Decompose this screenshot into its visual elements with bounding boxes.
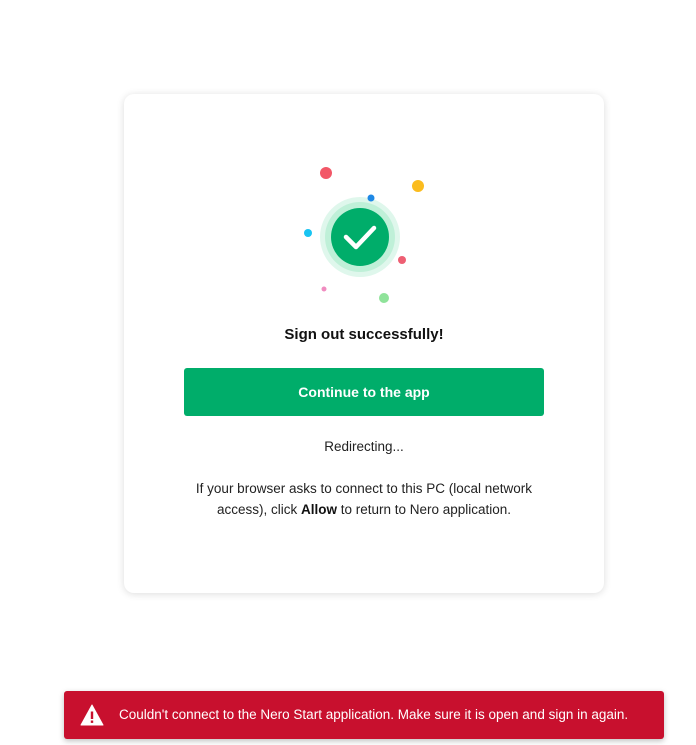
sign-out-card: Sign out successfully! Continue to the a… <box>124 94 604 593</box>
confetti-dot <box>367 194 375 202</box>
local-network-note: If your browser asks to connect to this … <box>184 478 544 520</box>
redirecting-status: Redirecting... <box>324 439 404 454</box>
continue-to-app-button[interactable]: Continue to the app <box>184 368 544 416</box>
error-toast-message: Couldn't connect to the Nero Start appli… <box>119 707 629 722</box>
success-illustration <box>304 167 424 303</box>
error-toast: Couldn't connect to the Nero Start appli… <box>64 691 664 739</box>
allow-keyword: Allow <box>300 502 337 517</box>
warning-icon <box>80 704 104 726</box>
confetti-dot <box>398 256 406 264</box>
confetti-dot <box>304 229 312 237</box>
note-text-after: to return to Nero application. <box>336 502 512 517</box>
confetti-dot <box>379 293 389 303</box>
confetti-dot <box>320 167 332 179</box>
page-title: Sign out successfully! <box>284 326 444 343</box>
check-circle-icon <box>331 208 389 266</box>
confetti-dot <box>321 286 327 292</box>
confetti-dot <box>412 180 424 192</box>
